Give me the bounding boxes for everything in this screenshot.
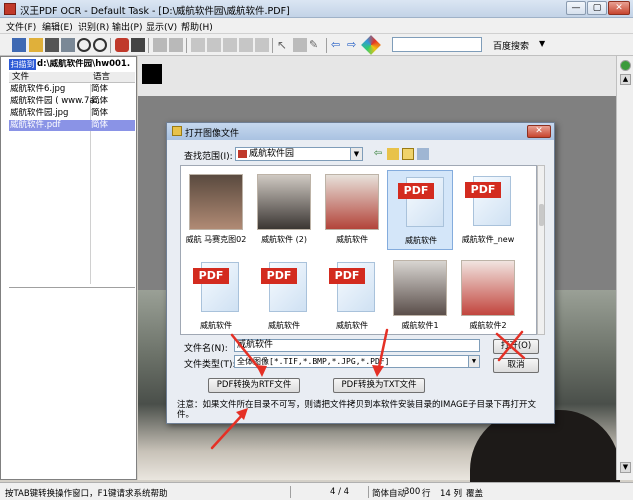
arrow-rtf-lower-line <box>210 411 246 450</box>
arrow-head-icon <box>256 365 267 377</box>
arrow-head-icon <box>372 365 384 377</box>
annotation-overlay <box>210 328 526 450</box>
cross-mark-line <box>497 330 524 362</box>
